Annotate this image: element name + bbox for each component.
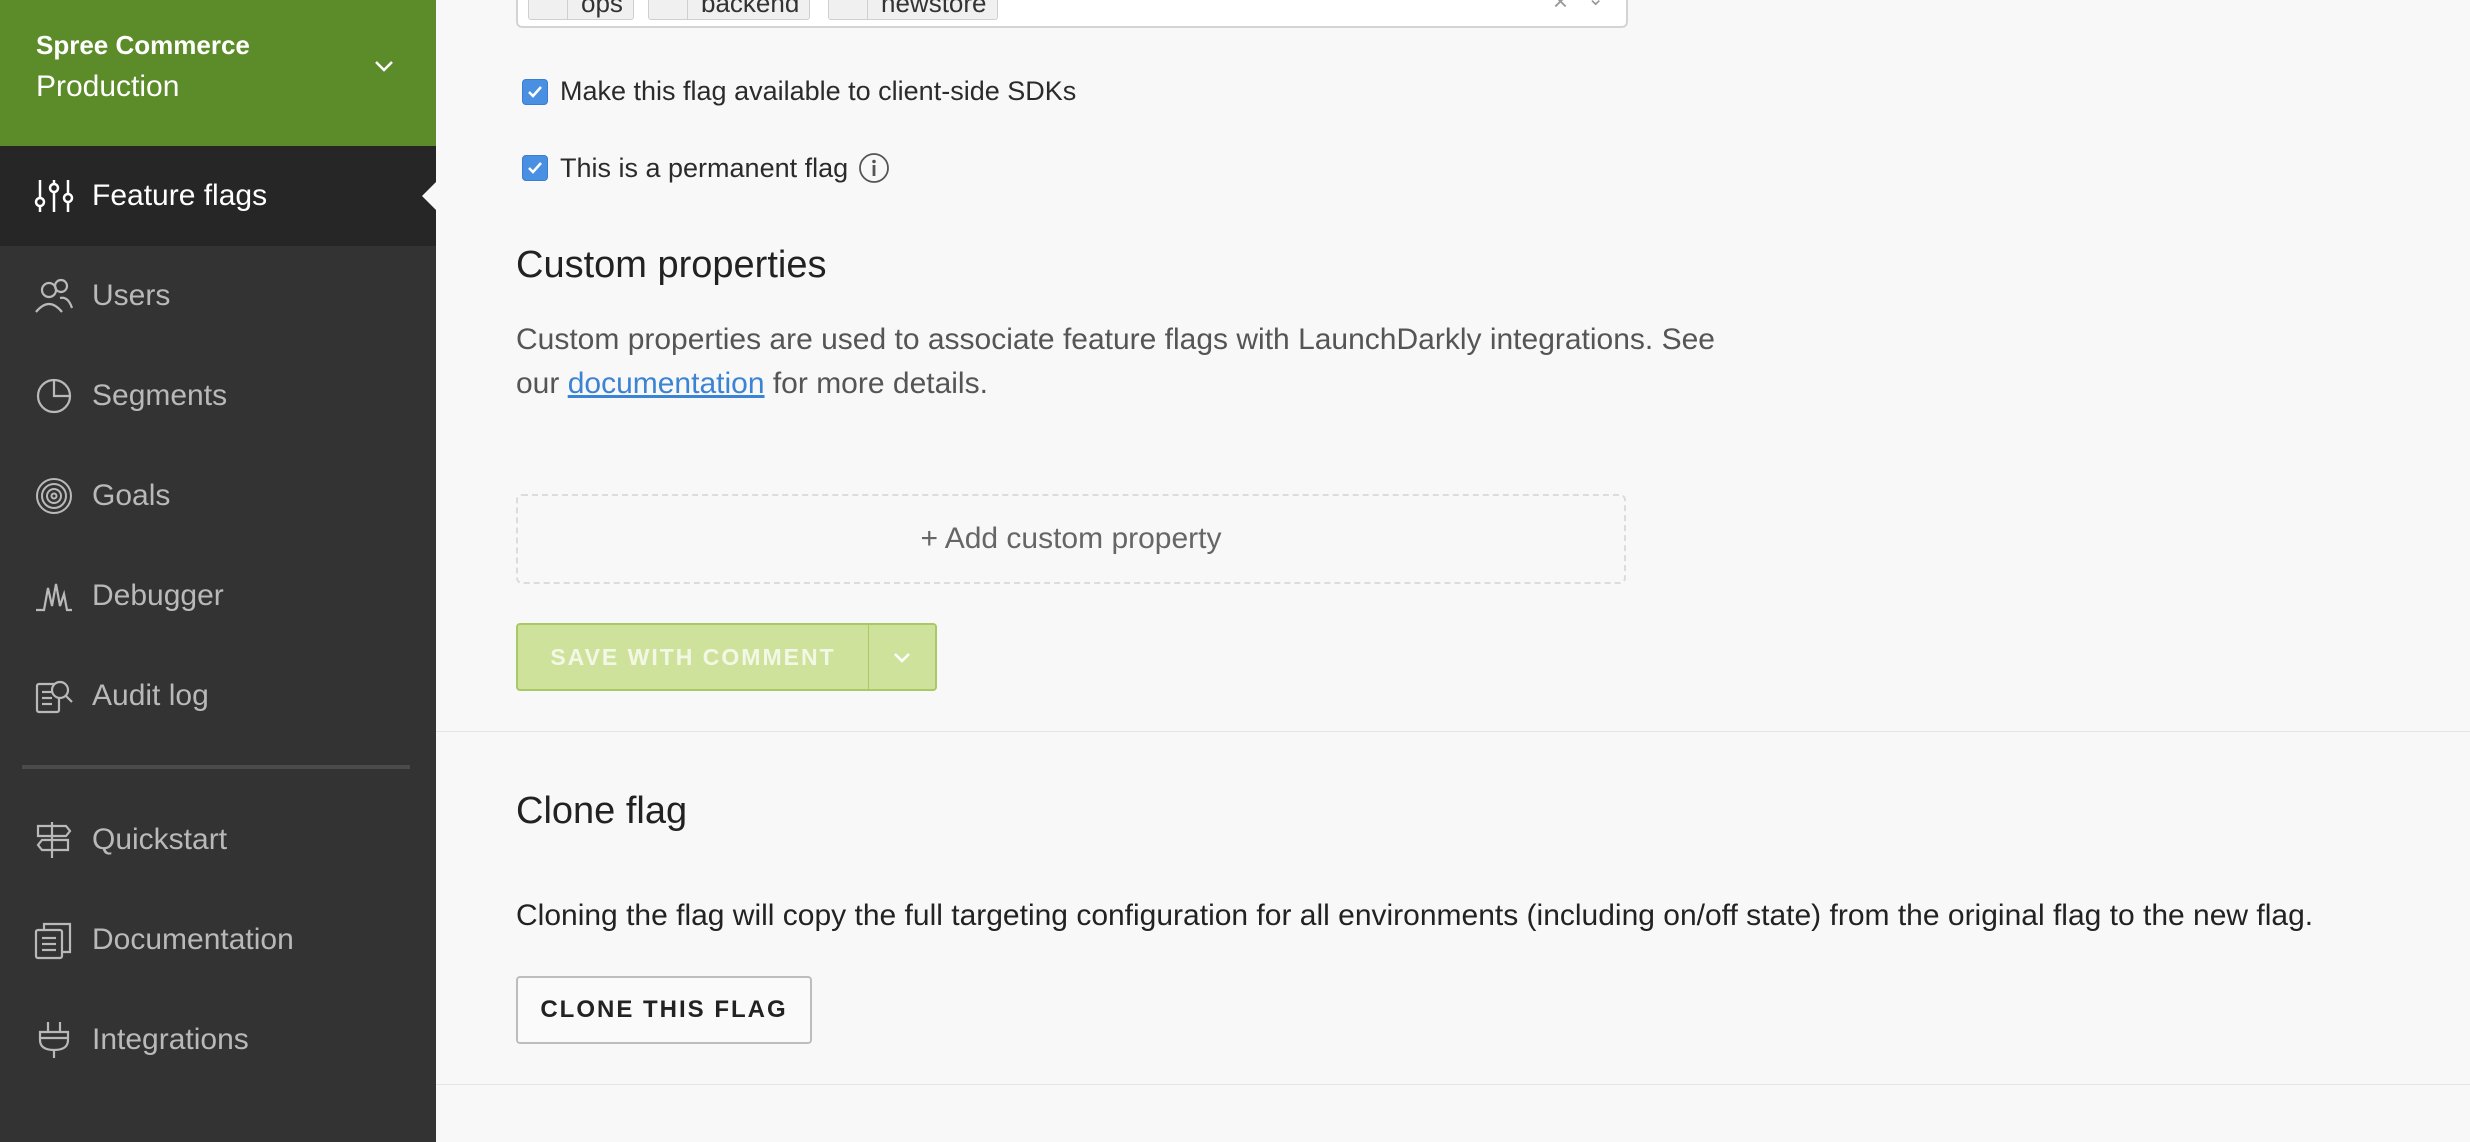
- permanent-flag-option[interactable]: This is a permanent flag: [522, 152, 890, 184]
- sidebar-divider: [22, 765, 410, 769]
- project-name: Spree Commerce: [36, 30, 250, 60]
- save-with-comment-button[interactable]: SAVE WITH COMMENT: [516, 623, 870, 691]
- sidebar-item-users[interactable]: Users: [0, 246, 436, 346]
- permanent-flag-label: This is a permanent flag: [560, 152, 849, 183]
- remove-tag-icon[interactable]: [529, 0, 568, 19]
- add-custom-property-button[interactable]: + Add custom property: [516, 494, 1626, 584]
- client-side-sdk-option[interactable]: Make this flag available to client-side …: [522, 76, 1076, 107]
- plug-icon: [38, 1022, 70, 1058]
- users-icon: [35, 278, 74, 313]
- clone-flag-description: Cloning the flag will copy the full targ…: [516, 899, 2314, 932]
- client-side-label: Make this flag available to client-side …: [560, 76, 1077, 106]
- sidebar-item-label: Integrations: [92, 1023, 249, 1056]
- target-icon: [36, 478, 72, 514]
- custom-properties-description: Custom properties are used to associate …: [516, 323, 1715, 400]
- check-icon: [528, 162, 542, 174]
- sidebar-item-label: Users: [92, 279, 171, 312]
- chevron-down-icon[interactable]: ⌄: [1587, 0, 1604, 11]
- sidebar-item-label: Feature flags: [92, 179, 268, 212]
- save-options-dropdown[interactable]: [868, 623, 937, 691]
- remove-tag-icon[interactable]: [829, 0, 868, 19]
- clone-flag-title: Clone flag: [516, 790, 688, 832]
- clone-flag-button[interactable]: CLONE THIS FLAG: [516, 976, 812, 1044]
- clear-icon[interactable]: ×: [1553, 0, 1568, 17]
- remove-tag-icon[interactable]: [649, 0, 688, 19]
- audit-log-icon: [35, 680, 73, 714]
- sidebar-item-audit-log[interactable]: Audit log: [0, 646, 436, 746]
- pulse-icon: [36, 583, 72, 612]
- tag-chip[interactable]: backend: [648, 0, 811, 20]
- sliders-icon: [34, 180, 74, 212]
- tags-input[interactable]: ops backend newstore × ⌄: [516, 0, 1628, 28]
- documentation-link[interactable]: documentation: [568, 367, 765, 400]
- sidebar-item-documentation[interactable]: Documentation: [0, 890, 436, 990]
- sidebar-item-label: Goals: [92, 479, 171, 512]
- sidebar-item-label: Segments: [92, 379, 228, 412]
- chevron-down-icon: [894, 653, 910, 663]
- sidebar-item-integrations[interactable]: Integrations: [0, 990, 436, 1090]
- environment-switcher[interactable]: Spree Commerce Production: [0, 0, 436, 146]
- sidebar-item-feature-flags[interactable]: Feature flags: [0, 146, 436, 246]
- book-icon: [34, 922, 72, 960]
- client-side-checkbox[interactable]: [522, 78, 548, 105]
- sidebar-item-label: Debugger: [92, 579, 224, 612]
- active-indicator: [422, 182, 436, 210]
- sidebar-item-label: Documentation: [92, 923, 294, 956]
- signpost-icon: [36, 822, 72, 858]
- custom-properties-title: Custom properties: [516, 244, 827, 286]
- permanent-flag-checkbox[interactable]: [522, 155, 548, 181]
- environment-name: Production: [36, 70, 180, 103]
- sidebar-item-label: Quickstart: [92, 823, 228, 856]
- sidebar-item-debugger[interactable]: Debugger: [0, 546, 436, 646]
- section-divider: [436, 1084, 2470, 1085]
- section-divider: [436, 731, 2470, 732]
- check-icon: [528, 85, 542, 98]
- tag-chip[interactable]: ops: [528, 0, 634, 20]
- tag-chip[interactable]: newstore: [828, 0, 998, 20]
- sidebar-item-label: Audit log: [92, 679, 209, 712]
- sidebar: Spree Commerce Production Feature flags …: [0, 0, 436, 1142]
- pie-chart-icon: [36, 378, 72, 414]
- sidebar-item-quickstart[interactable]: Quickstart: [0, 790, 436, 890]
- main-content: ops backend newstore × ⌄ Make this flag …: [436, 0, 2470, 1142]
- sidebar-item-goals[interactable]: Goals: [0, 446, 436, 546]
- chevron-down-icon[interactable]: [370, 52, 398, 80]
- info-icon[interactable]: [858, 152, 890, 184]
- sidebar-item-segments[interactable]: Segments: [0, 346, 436, 446]
